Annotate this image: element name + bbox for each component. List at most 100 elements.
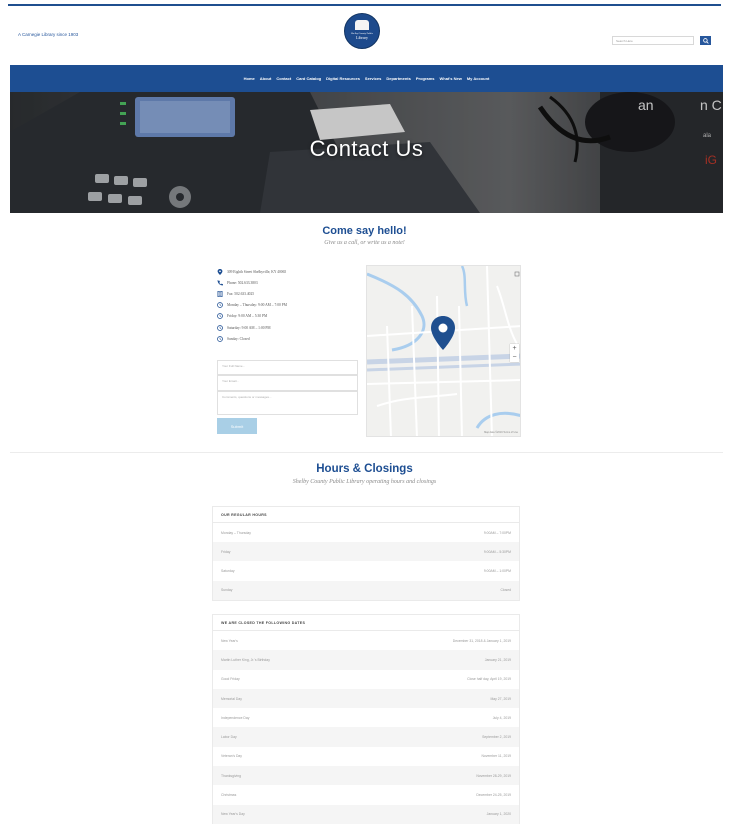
row-day: Monday – Thursday	[221, 530, 251, 535]
clock-icon	[217, 324, 223, 331]
location-pin-icon	[217, 268, 223, 275]
table-row: Good Friday Close half day, April 19, 201…	[213, 670, 519, 689]
row-time: 9:00AM – 7:00PM	[483, 530, 511, 535]
row-holiday: Independence Day	[221, 715, 250, 720]
regular-hours-rows: Monday – Thursday 9:00AM – 7:00PM Friday 9…	[213, 523, 519, 600]
address-text: 309 Eighth Street Shelbyville, KY 40065	[227, 269, 287, 274]
phone-row: Phone: 502.633.3803	[217, 277, 362, 288]
table-row: Martin Luther King, Jr.'s Birthday Januar…	[213, 650, 519, 670]
row-holiday: Thanksgiving	[221, 773, 241, 778]
table-row: Veteran's Day November 11, 2019	[213, 747, 519, 766]
table-row: Saturday 9:00AM – 1:00PM	[213, 561, 519, 580]
email-field[interactable]: Your Email...	[217, 375, 358, 391]
map-attribution: Map data ©2019 Terms of Use	[484, 431, 518, 434]
logo-word: Library	[356, 35, 368, 40]
nav-departments[interactable]: Departments	[386, 76, 410, 81]
table-row: Independence Day July 4, 2019	[213, 708, 519, 727]
hours-sun-text: Sunday: Closed	[227, 336, 250, 341]
hours-row-fri: Friday: 9:00 AM – 5:30 PM	[217, 311, 362, 322]
contact-info-list: 309 Eighth Street Shelbyville, KY 40065 …	[217, 266, 362, 344]
row-date: September 2, 2019	[482, 735, 511, 740]
regular-hours-table: OUR REGULAR HOURS Monday – Thursday 9:00A…	[212, 506, 520, 601]
hero-banner: an n C ala iG Contact Us	[10, 92, 723, 213]
map-zoom-controls: + −	[510, 344, 519, 362]
nav-home[interactable]: Home	[244, 76, 255, 81]
library-building-icon	[355, 20, 369, 30]
row-time: 9:00AM – 5:30PM	[483, 549, 511, 554]
nav-about[interactable]: About	[260, 76, 272, 81]
row-time: Closed	[500, 588, 511, 593]
main-navigation: Home About Contact Card Catalog Digital …	[10, 65, 723, 92]
hero-title: Contact Us	[309, 136, 424, 161]
library-logo[interactable]: Shelby County Public Library	[344, 13, 380, 49]
closed-dates-table: WE ARE CLOSED THE FOLLOWING DATES New Ye…	[212, 614, 520, 824]
row-day: Sunday	[221, 588, 233, 593]
address-row: 309 Eighth Street Shelbyville, KY 40065	[217, 266, 362, 277]
hours-row-sat: Saturday: 9:00 AM – 1:00 PM	[217, 322, 362, 333]
clock-icon	[217, 335, 223, 342]
site-header: A Carnegie Library since 1903 Shelby Cou…	[0, 6, 729, 64]
nav-contact[interactable]: Contact	[276, 76, 291, 81]
row-holiday: New Year's Day	[221, 812, 245, 817]
search-icon	[702, 37, 709, 44]
row-date: November 28-29, 2019	[476, 773, 511, 778]
map-pin-icon[interactable]	[431, 316, 455, 350]
row-date: December 31, 2018 & January 1, 2019	[452, 638, 511, 643]
row-holiday: Good Friday	[221, 677, 240, 682]
clock-icon	[217, 313, 223, 320]
table-row: Memorial Day May 27, 2019	[213, 688, 519, 709]
hours-section-subtitle: Shelby County Public Library operating h…	[292, 479, 437, 485]
hours-fri-text: Friday: 9:00 AM – 5:30 PM	[227, 314, 268, 319]
row-holiday: Veteran's Day	[221, 754, 243, 759]
table-row: New Year's December 31, 2018 & January 1,…	[213, 631, 519, 650]
row-day: Saturday	[221, 568, 235, 573]
nav-services[interactable]: Services	[365, 76, 381, 81]
nav-whats-new[interactable]: What's New	[440, 76, 462, 81]
nav-my-account[interactable]: My Account	[467, 76, 490, 81]
contact-section-subtitle: Give us a call, or write us a note!	[324, 240, 405, 246]
table-row: Friday 9:00AM – 5:30PM	[213, 542, 519, 562]
row-date: May 27, 2019	[490, 696, 511, 701]
contact-section-title: Come say hello!	[322, 225, 407, 237]
zoom-in-icon[interactable]: +	[512, 345, 516, 352]
hours-section-title: Hours & Closings	[316, 463, 413, 475]
section-divider	[10, 452, 723, 453]
closed-dates-rows: New Year's December 31, 2018 & January 1,…	[213, 631, 519, 824]
hours-mon-thu-text: Monday – Thursday: 9:00 AM – 7:00 PM	[227, 303, 287, 308]
row-holiday: New Year's	[221, 638, 238, 643]
hours-row-mon-thu: Monday – Thursday: 9:00 AM – 7:00 PM	[217, 300, 362, 311]
nav-digital-resources[interactable]: Digital Resources	[326, 76, 360, 81]
table-row: Sunday Closed	[213, 580, 519, 600]
location-map[interactable]: + − Map data ©2019 Terms of Use	[366, 265, 521, 437]
header-tagline: A Carnegie Library since 1903	[18, 32, 79, 37]
regular-hours-heading: OUR REGULAR HOURS	[213, 507, 519, 523]
table-row: Monday – Thursday 9:00AM – 7:00PM	[213, 523, 519, 542]
hours-row-sun: Sunday: Closed	[217, 333, 362, 344]
search-button[interactable]	[700, 36, 711, 45]
phone-text[interactable]: Phone: 502.633.3803	[227, 281, 258, 285]
row-day: Friday	[221, 549, 231, 554]
table-row: New Year's Day January 1, 2020	[213, 804, 519, 824]
fax-text: Fax: 502.633.4025	[227, 291, 255, 296]
fax-row: Fax: 502.633.4025	[217, 288, 362, 299]
name-field[interactable]: Your Full Name...	[217, 360, 358, 375]
search-input[interactable]: Search Here	[612, 36, 694, 45]
row-holiday: Labor Day	[221, 735, 237, 740]
table-row: Thanksgiving November 28-29, 2019	[213, 766, 519, 786]
row-holiday: Christmas	[221, 793, 237, 798]
submit-button[interactable]: Submit	[217, 418, 257, 434]
row-date: November 11, 2019	[481, 754, 511, 759]
row-time: 9:00AM – 1:00PM	[483, 568, 511, 573]
fax-icon	[217, 290, 223, 297]
nav-programs[interactable]: Programs	[416, 76, 435, 81]
row-date: January 1, 2020	[486, 812, 511, 817]
nav-card-catalog[interactable]: Card Catalog	[296, 76, 321, 81]
table-row: Labor Day September 2, 2019	[213, 727, 519, 747]
row-date: December 24-25, 2019	[476, 793, 511, 798]
row-holiday: Martin Luther King, Jr.'s Birthday	[221, 657, 270, 662]
closed-dates-heading: WE ARE CLOSED THE FOLLOWING DATES	[213, 615, 519, 631]
table-row: Christmas December 24-25, 2019	[213, 785, 519, 804]
row-date: January 21, 2019	[484, 657, 511, 662]
message-field[interactable]: Comments, questions or messages...	[217, 391, 358, 415]
zoom-out-icon[interactable]: −	[512, 354, 516, 361]
